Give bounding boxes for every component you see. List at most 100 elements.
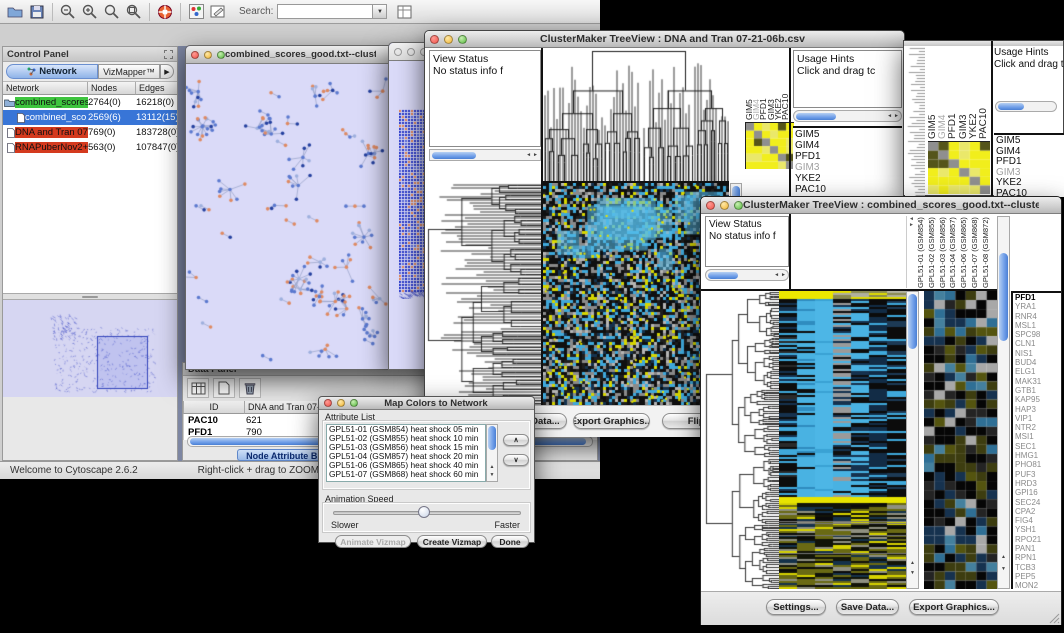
attribute-list-vscrollbar[interactable]: ▲ ▼: [486, 424, 498, 482]
move-down-button[interactable]: ∨: [503, 454, 529, 466]
gene-list-item[interactable]: BUD4: [1015, 358, 1059, 367]
tv2-gene-list[interactable]: PFD1YRA1RNR4MSL1SPC98CLN1NIS1BUD4ELG1MAK…: [1011, 291, 1061, 589]
background-treeview-titlebar[interactable]: [904, 41, 1063, 46]
save-icon[interactable]: [26, 2, 48, 22]
gene-list-item[interactable]: CPA2: [1015, 507, 1059, 516]
col-network[interactable]: Network: [3, 82, 88, 95]
scroll-right-icon[interactable]: ►: [894, 113, 899, 119]
animate-vizmap-button[interactable]: Animate Vizmap: [335, 535, 411, 548]
gene-list-item[interactable]: PFD1: [795, 151, 900, 162]
tv2-row-dendrogram[interactable]: [705, 291, 779, 589]
gene-list-item[interactable]: YSH1: [1015, 525, 1059, 534]
gene-list-item[interactable]: HRD3: [1015, 479, 1059, 488]
gene-list-item[interactable]: ELG1: [1015, 367, 1059, 376]
col-edges[interactable]: Edges: [136, 82, 177, 95]
data-col-id[interactable]: ID: [183, 401, 245, 414]
tv1-hints-hscrollbar[interactable]: ◄►: [793, 110, 902, 122]
delete-attribute-icon[interactable]: [239, 378, 261, 398]
zoom-fit-icon[interactable]: [123, 2, 145, 22]
scroll-right-icon[interactable]: ►: [781, 272, 786, 278]
scroll-left-icon[interactable]: ◄: [526, 152, 531, 158]
gene-list-item[interactable]: GIM4: [996, 147, 1062, 158]
gene-list-item[interactable]: HAP3: [1015, 405, 1059, 414]
gene-list-item[interactable]: PFD1: [1015, 293, 1059, 302]
hscroll-thumb[interactable]: [432, 152, 476, 159]
treeview1-titlebar[interactable]: ClusterMaker TreeView : DNA and Tran 07-…: [425, 31, 904, 48]
minimize-icon[interactable]: [444, 35, 453, 44]
gene-list-item[interactable]: RPN1: [1015, 553, 1059, 562]
done-button[interactable]: Done: [491, 535, 529, 548]
open-file-icon[interactable]: [4, 2, 26, 22]
network-overview[interactable]: [3, 300, 177, 397]
scroll-right-icon[interactable]: ►: [533, 152, 538, 158]
tv2-global-heatmap[interactable]: [779, 291, 906, 589]
gene-list-item[interactable]: RNR4: [1015, 312, 1059, 321]
network-list-row[interactable]: RNAPuberNov2+563(0)107847(0): [3, 140, 177, 155]
gene-list-item[interactable]: VIP1: [1015, 414, 1059, 423]
scroll-down-icon[interactable]: ▼: [487, 472, 497, 478]
col-nodes[interactable]: Nodes: [88, 82, 136, 95]
zoom-selected-icon[interactable]: [101, 2, 123, 22]
scroll-up-icon[interactable]: ▲: [998, 554, 1009, 560]
zoom-window-icon[interactable]: [217, 51, 225, 59]
zoom-window-icon[interactable]: [458, 35, 467, 44]
network-view-titlebar[interactable]: combined_scores_good.txt--cluste...: [186, 46, 396, 64]
vscroll-thumb[interactable]: [488, 426, 496, 450]
scroll-down-icon[interactable]: ▼: [907, 570, 918, 576]
tv1-status-hscrollbar[interactable]: ◄►: [429, 149, 541, 161]
gene-list-item[interactable]: GIM5: [795, 129, 900, 140]
network-graph-canvas[interactable]: [186, 64, 396, 369]
gene-list-item[interactable]: PEP5: [1015, 572, 1059, 581]
gene-list-item[interactable]: MSL1: [1015, 321, 1059, 330]
gene-list-item[interactable]: MON2: [1015, 581, 1059, 590]
gene-list-item[interactable]: SEC24: [1015, 498, 1059, 507]
gene-list-item[interactable]: SPC98: [1015, 330, 1059, 339]
gene-list-item[interactable]: GIM5: [996, 136, 1062, 147]
scroll-down-icon[interactable]: ▼: [998, 566, 1009, 572]
gene-list-item[interactable]: YKE2: [795, 173, 900, 184]
tv2-column-scroll-strip[interactable]: ◄►: [906, 216, 916, 288]
minimize-icon[interactable]: [407, 48, 415, 56]
settings-button[interactable]: Settings...: [766, 599, 826, 615]
minimize-icon[interactable]: [720, 201, 729, 210]
scroll-up-icon[interactable]: ▲: [487, 464, 497, 470]
attribute-list-item[interactable]: GPL51-07 (GSM868) heat shock 60 min: [329, 470, 485, 479]
network-list-row[interactable]: combined_sco2569(6)13112(15): [3, 110, 177, 125]
gene-list-item[interactable]: YRA1: [1015, 302, 1059, 311]
gene-list-item[interactable]: SEC1: [1015, 442, 1059, 451]
zoom-in-icon[interactable]: [79, 2, 101, 22]
gene-list-item[interactable]: NTR2: [1015, 423, 1059, 432]
gene-list-item[interactable]: PFD1: [996, 157, 1062, 168]
speed-slider-thumb[interactable]: [418, 506, 430, 518]
scroll-left-icon[interactable]: ◄: [887, 113, 892, 119]
network-list-row[interactable]: combined_scores_2764(0)16218(0): [3, 95, 177, 110]
panel-splitter[interactable]: [3, 293, 177, 300]
corner-zoom-heatmap[interactable]: [928, 141, 990, 194]
tab-overflow-icon[interactable]: ▶: [160, 64, 174, 79]
gene-list-item[interactable]: KAP95: [1015, 395, 1059, 404]
save-data-button[interactable]: Save Data...: [836, 599, 899, 615]
new-attribute-icon[interactable]: [213, 378, 235, 398]
gene-list-item[interactable]: NIS1: [1015, 349, 1059, 358]
gene-list-item[interactable]: GIM3: [996, 168, 1062, 179]
close-icon[interactable]: [394, 48, 402, 56]
gene-list-item[interactable]: FIG4: [1015, 516, 1059, 525]
export-graphics-button[interactable]: Export Graphics...: [573, 413, 650, 429]
gene-list-item[interactable]: HMG1: [1015, 451, 1059, 460]
gene-list-item[interactable]: GIM3: [795, 162, 900, 173]
zoom-window-icon[interactable]: [734, 201, 743, 210]
close-icon[interactable]: [706, 201, 715, 210]
corner-hscrollbar[interactable]: [995, 101, 1057, 112]
help-lifering-icon[interactable]: [154, 2, 176, 22]
tv1-row-dendrogram[interactable]: [427, 183, 541, 405]
zoom-window-icon[interactable]: [350, 399, 358, 407]
gene-list-item[interactable]: GTB1: [1015, 386, 1059, 395]
treeview2-titlebar[interactable]: ClusterMaker TreeView : combined_scores_…: [701, 197, 1061, 214]
tv2-zoom-vscrollbar[interactable]: ▲ ▼: [997, 216, 1010, 589]
gene-list-item[interactable]: PUF3: [1015, 470, 1059, 479]
minimize-icon[interactable]: [204, 51, 212, 59]
tv2-heatmap-vscrollbar[interactable]: ▲ ▼: [906, 291, 919, 589]
export-graphics-button[interactable]: Export Graphics...: [909, 599, 999, 615]
gene-list-item[interactable]: TCB3: [1015, 563, 1059, 572]
tv2-status-hscrollbar[interactable]: ◄►: [705, 269, 789, 281]
